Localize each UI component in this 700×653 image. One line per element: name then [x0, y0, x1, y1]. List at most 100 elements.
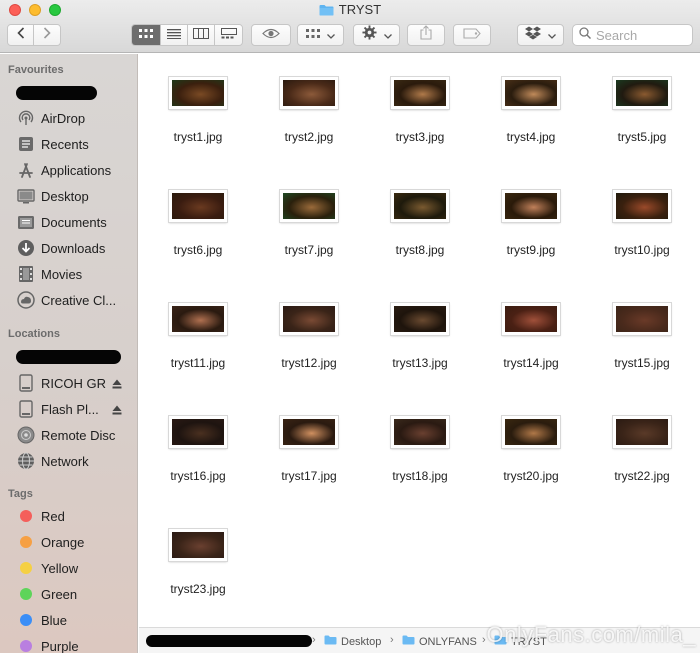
- file-item[interactable]: tryst3.jpg: [370, 54, 470, 144]
- file-name-label[interactable]: tryst6.jpg: [174, 243, 223, 257]
- file-item[interactable]: tryst9.jpg: [481, 167, 581, 257]
- file-item[interactable]: tryst14.jpg: [481, 280, 581, 370]
- sidebar-item-ricoh-gr[interactable]: RICOH GR: [0, 371, 137, 395]
- path-crumb-desktop[interactable]: Desktop: [324, 635, 381, 648]
- file-name-label[interactable]: tryst22.jpg: [614, 469, 669, 483]
- file-name-label[interactable]: tryst2.jpg: [285, 130, 334, 144]
- sidebar-item-documents[interactable]: Documents: [0, 210, 137, 234]
- file-name-label[interactable]: tryst8.jpg: [396, 243, 445, 257]
- column-view-button[interactable]: [188, 25, 215, 45]
- dropbox-button[interactable]: [517, 24, 564, 46]
- forward-button[interactable]: [34, 25, 60, 45]
- sidebar-item-applications[interactable]: Applications: [0, 158, 137, 182]
- file-item[interactable]: tryst6.jpg: [148, 167, 248, 257]
- image-thumbnail[interactable]: [280, 416, 338, 448]
- file-item[interactable]: tryst22.jpg: [592, 393, 692, 483]
- file-item[interactable]: tryst15.jpg: [592, 280, 692, 370]
- file-name-label[interactable]: tryst3.jpg: [396, 130, 445, 144]
- file-name-label[interactable]: tryst12.jpg: [281, 356, 336, 370]
- image-thumbnail[interactable]: [391, 303, 449, 335]
- sidebar-tag-yellow[interactable]: Yellow: [0, 556, 137, 580]
- image-thumbnail[interactable]: [169, 303, 227, 335]
- share-button[interactable]: [407, 24, 445, 46]
- file-name-label[interactable]: tryst16.jpg: [170, 469, 225, 483]
- sidebar-tag-red[interactable]: Red: [0, 504, 137, 528]
- image-thumbnail[interactable]: [280, 77, 338, 109]
- file-name-label[interactable]: tryst5.jpg: [618, 130, 667, 144]
- file-name-label[interactable]: tryst11.jpg: [171, 356, 225, 370]
- eject-icon[interactable]: [112, 403, 122, 418]
- sidebar-item-recents[interactable]: Recents: [0, 132, 137, 156]
- file-name-label[interactable]: tryst18.jpg: [392, 469, 447, 483]
- file-name-label[interactable]: tryst23.jpg: [170, 582, 225, 596]
- search-field[interactable]: [572, 24, 693, 46]
- image-thumbnail[interactable]: [280, 190, 338, 222]
- file-name-label[interactable]: tryst10.jpg: [614, 243, 669, 257]
- file-item[interactable]: tryst13.jpg: [370, 280, 470, 370]
- path-crumb-onlyfans[interactable]: ONLYFANS: [402, 635, 477, 648]
- sidebar-tag-green[interactable]: Green: [0, 582, 137, 606]
- gallery-view-button[interactable]: [215, 25, 242, 45]
- edit-tags-button[interactable]: [453, 24, 491, 46]
- sidebar-item-creative-cloud[interactable]: Creative Cl...: [0, 288, 137, 312]
- file-item[interactable]: tryst20.jpg: [481, 393, 581, 483]
- quicklook-button[interactable]: [251, 24, 291, 46]
- image-thumbnail[interactable]: [391, 190, 449, 222]
- eject-icon[interactable]: [112, 377, 122, 392]
- sidebar-item-airdrop[interactable]: AirDrop: [0, 106, 137, 130]
- file-item[interactable]: tryst8.jpg: [370, 167, 470, 257]
- file-name-label[interactable]: tryst20.jpg: [503, 469, 558, 483]
- file-item[interactable]: tryst17.jpg: [259, 393, 359, 483]
- image-thumbnail[interactable]: [169, 416, 227, 448]
- file-name-label[interactable]: tryst13.jpg: [392, 356, 447, 370]
- file-name-label[interactable]: tryst14.jpg: [503, 356, 558, 370]
- sidebar-item-downloads[interactable]: Downloads: [0, 236, 137, 260]
- file-item[interactable]: tryst5.jpg: [592, 54, 692, 144]
- image-thumbnail[interactable]: [613, 303, 671, 335]
- image-thumbnail[interactable]: [502, 190, 560, 222]
- file-item[interactable]: tryst1.jpg: [148, 54, 248, 144]
- file-item[interactable]: tryst2.jpg: [259, 54, 359, 144]
- file-name-label[interactable]: tryst7.jpg: [285, 243, 334, 257]
- image-thumbnail[interactable]: [391, 77, 449, 109]
- image-thumbnail[interactable]: [169, 77, 227, 109]
- image-thumbnail[interactable]: [280, 303, 338, 335]
- list-view-button[interactable]: [161, 25, 188, 45]
- image-thumbnail[interactable]: [502, 303, 560, 335]
- icon-view-button[interactable]: [132, 25, 161, 45]
- sidebar-tag-orange[interactable]: Orange: [0, 530, 137, 554]
- back-button[interactable]: [8, 25, 34, 45]
- file-item[interactable]: tryst10.jpg: [592, 167, 692, 257]
- image-thumbnail[interactable]: [613, 77, 671, 109]
- file-item[interactable]: tryst16.jpg: [148, 393, 248, 483]
- tag-color-dot: [20, 510, 32, 522]
- search-input[interactable]: [596, 27, 691, 43]
- file-name-label[interactable]: tryst15.jpg: [614, 356, 669, 370]
- file-item[interactable]: tryst11.jpg: [148, 280, 248, 370]
- image-thumbnail[interactable]: [169, 190, 227, 222]
- group-by-button[interactable]: [297, 24, 344, 46]
- image-thumbnail[interactable]: [613, 190, 671, 222]
- image-thumbnail[interactable]: [169, 529, 227, 561]
- file-name-label[interactable]: tryst17.jpg: [281, 469, 336, 483]
- sidebar-tag-purple[interactable]: Purple: [0, 634, 137, 653]
- file-name-label[interactable]: tryst1.jpg: [174, 130, 223, 144]
- file-item[interactable]: tryst23.jpg: [148, 506, 248, 596]
- file-item[interactable]: tryst7.jpg: [259, 167, 359, 257]
- file-item[interactable]: tryst4.jpg: [481, 54, 581, 144]
- file-name-label[interactable]: tryst4.jpg: [507, 130, 556, 144]
- sidebar-tag-blue[interactable]: Blue: [0, 608, 137, 632]
- file-item[interactable]: tryst18.jpg: [370, 393, 470, 483]
- file-item[interactable]: tryst12.jpg: [259, 280, 359, 370]
- image-thumbnail[interactable]: [502, 77, 560, 109]
- sidebar-item-movies[interactable]: Movies: [0, 262, 137, 286]
- image-thumbnail[interactable]: [391, 416, 449, 448]
- image-thumbnail[interactable]: [613, 416, 671, 448]
- image-thumbnail[interactable]: [502, 416, 560, 448]
- sidebar-item-flash-player[interactable]: Flash Pl...: [0, 397, 137, 421]
- action-menu-button[interactable]: [353, 24, 400, 46]
- sidebar-item-remote-disc[interactable]: Remote Disc: [0, 423, 137, 447]
- file-name-label[interactable]: tryst9.jpg: [507, 243, 556, 257]
- sidebar-item-desktop[interactable]: Desktop: [0, 184, 137, 208]
- sidebar-item-network[interactable]: Network: [0, 449, 137, 473]
